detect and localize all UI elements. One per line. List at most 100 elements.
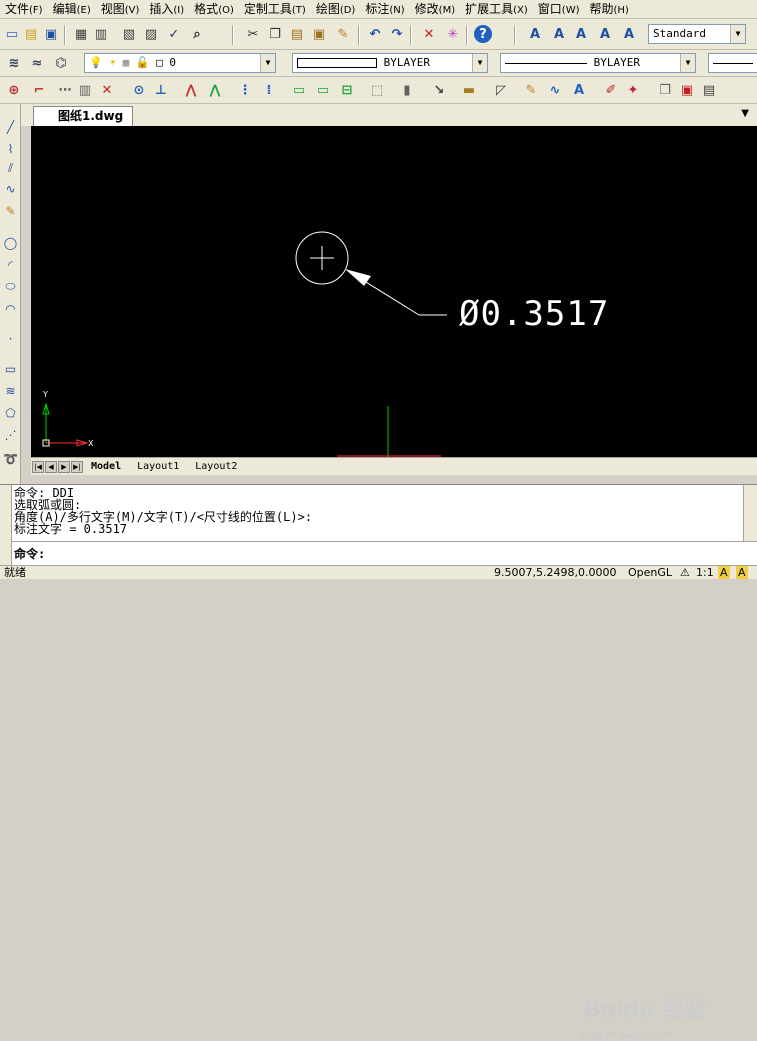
menu-item[interactable]: 编辑(E) [48,0,96,19]
drawing-canvas[interactable]: YX Ø0.3517 [31,126,757,457]
find-text-icon[interactable]: A [620,25,638,43]
layer-combo[interactable]: 💡 ☀ ▦ 🔓 □ 0 ▼ [84,53,276,73]
annotation-scale-icon[interactable]: A [718,566,730,579]
chevron-down-icon[interactable]: ▼ [680,54,695,72]
edit-text-icon[interactable]: A [596,25,614,43]
properties-icon[interactable]: ▣ [678,81,696,99]
snap-quadrant-icon[interactable]: ⊥ [152,81,170,99]
edit-spline-icon[interactable]: ∿ [546,81,564,99]
status-renderer[interactable]: OpenGL [628,566,672,579]
rectangle-icon[interactable]: ▭ [290,81,308,99]
menu-item[interactable]: 绘图(D) [311,0,361,19]
arc-icon[interactable]: ◜ [2,256,19,273]
edit-polyline-icon[interactable]: ✎ [522,81,540,99]
ellipse-icon[interactable]: ⬭ [2,278,19,295]
lineweight-combo[interactable] [708,53,757,73]
cut-icon[interactable]: ✂ [244,25,262,43]
hatch-icon[interactable]: ≋ [2,382,19,399]
measure-icon[interactable]: ↘ [430,81,448,99]
ellipse-arc-icon[interactable]: ◠ [2,300,19,317]
snap-endpoint-icon[interactable]: ⌐ [30,81,48,99]
print-preview-icon[interactable]: ▧ [120,25,138,43]
annotation-icon[interactable]: ⚠ [680,566,690,579]
last-tab-icon[interactable]: ▶| [71,460,83,473]
undo-icon[interactable]: ↶ [366,25,384,43]
color-combo[interactable]: BYLAYER ▼ [292,53,488,73]
tab-menu-icon[interactable]: ▼ [741,108,749,119]
menu-item[interactable]: 定制工具(T) [239,0,311,19]
layer-manager-icon[interactable]: ≋ [5,54,23,72]
linetype-combo[interactable]: BYLAYER ▼ [500,53,696,73]
block-icon[interactable]: ▭ [314,81,332,99]
menu-item[interactable]: 文件(F) [0,0,48,19]
chevron-down-icon[interactable]: ▼ [260,54,275,72]
edit-attribute-icon[interactable]: A [570,81,588,99]
help-icon[interactable]: ? [474,25,492,43]
prev-tab-icon[interactable]: ◀ [45,460,57,473]
menu-item[interactable]: 视图(V) [96,0,145,19]
highlight-icon[interactable]: ✦ [624,81,642,99]
3d-box-icon[interactable]: ⬚ [368,81,386,99]
mirror-icon[interactable]: ⋀ [182,81,200,99]
multiline-text-icon[interactable]: A [572,25,590,43]
menu-item[interactable]: 帮助(H) [585,0,634,19]
chevron-down-icon[interactable]: ▼ [730,25,745,43]
spline-icon[interactable]: ∿ [2,180,19,197]
match-properties-icon[interactable]: ✎ [334,25,352,43]
marker-icon[interactable]: ✐ [602,81,620,99]
snap-midpoint-icon[interactable]: ▥ [76,81,94,99]
snap-extension-icon[interactable]: ⋯ [56,81,74,99]
text-style-combo[interactable]: Standard ▼ [648,24,746,44]
grid-icon[interactable]: ⋮ [236,81,254,99]
layer-state-icon[interactable]: ⌬ [52,54,70,72]
snap-none-icon[interactable]: ✕ [98,81,116,99]
plot-icon[interactable]: ▥ [92,25,110,43]
copy-icon[interactable]: ❐ [266,25,284,43]
layer-previous-icon[interactable]: ≈ [28,54,46,72]
design-center-icon[interactable]: ▤ [700,81,718,99]
menu-item[interactable]: 窗口(W) [533,0,585,19]
region-icon[interactable]: ⋰ [2,426,19,443]
copy-clip-icon[interactable]: ❐ [656,81,674,99]
find-icon[interactable]: ⌕ [188,25,206,43]
next-tab-icon[interactable]: ▶ [58,460,70,473]
revision-cloud-icon[interactable]: ➰ [2,450,19,467]
spell-check-icon[interactable]: ✓ [165,25,183,43]
publish-icon[interactable]: ▨ [142,25,160,43]
multiline-icon[interactable]: ⫽ [2,160,19,177]
command-scrollbar[interactable] [743,485,757,541]
open-file-icon[interactable]: ▤ [22,25,40,43]
paste-special-icon[interactable]: ▣ [310,25,328,43]
delete-icon[interactable]: ✕ [420,25,438,43]
tab-model[interactable]: Model [83,461,129,472]
redo-icon[interactable]: ↷ [388,25,406,43]
array-icon[interactable]: ⁞ [260,81,278,99]
menu-item[interactable]: 格式(O) [189,0,239,19]
status-scale[interactable]: 1:1 [696,566,714,579]
print-icon[interactable]: ▦ [72,25,90,43]
polyline-icon[interactable]: ⌇ [2,140,19,157]
menu-item[interactable]: 扩展工具(X) [460,0,533,19]
snap-center-icon[interactable]: ⊙ [130,81,148,99]
tab-layout2[interactable]: Layout2 [187,461,245,472]
ruler-icon[interactable]: ▬ [460,81,478,99]
menu-item[interactable]: 标注(N) [360,0,409,19]
line-icon[interactable]: ╱ [2,118,19,135]
new-file-icon[interactable]: ▭ [3,25,21,43]
dimension-text[interactable]: Ø0.3517 [459,294,609,334]
annotation-visibility-icon[interactable]: A [736,566,748,579]
menu-item[interactable]: 修改(M) [410,0,460,19]
command-input[interactable]: 命令: [14,545,734,562]
fillet-icon[interactable]: ◸ [492,81,510,99]
save-icon[interactable]: ▣ [42,25,60,43]
menu-item[interactable]: 插入(I) [144,0,189,19]
paste-icon[interactable]: ▤ [288,25,306,43]
circle-icon[interactable]: ◯ [2,234,19,251]
purge-icon[interactable]: ✳ [444,25,462,43]
mirror-copy-icon[interactable]: ⋀ [206,81,224,99]
rectangle-draw-icon[interactable]: ▭ [2,360,19,377]
first-tab-icon[interactable]: |◀ [32,460,44,473]
insert-icon[interactable]: ⊟ [338,81,356,99]
single-text-icon[interactable]: A [550,25,568,43]
snap-from-icon[interactable]: ⊕ [5,81,23,99]
